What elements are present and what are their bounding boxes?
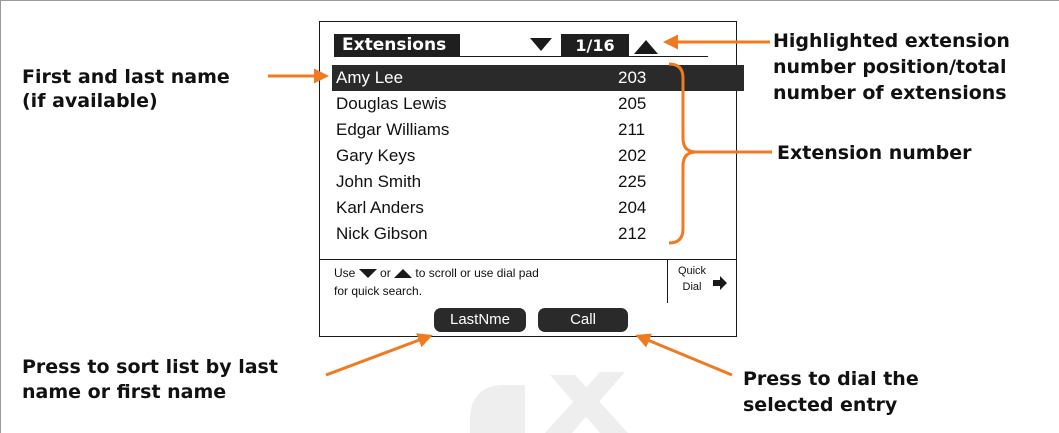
dial-callout-line-2: selected entry: [743, 394, 898, 416]
sort-callout-line-1: Press to sort list by last: [22, 356, 278, 378]
position-callout-line-1: Highlighted extension: [773, 30, 1010, 52]
extension-number-brace: [668, 62, 697, 245]
name-callout: First and last name (if available): [22, 65, 230, 113]
sort-callout: Press to sort list by last name or first…: [22, 355, 278, 405]
dial-callout: Press to dial the selected entry: [743, 366, 919, 418]
sort-callout-line-2: name or first name: [22, 381, 227, 403]
sort-callout-arrow: [325, 333, 433, 377]
name-callout-line-1: First and last name: [22, 66, 230, 88]
position-callout-line-3: number of extensions: [773, 82, 1007, 104]
position-callout-line-2: number position/total: [773, 56, 1007, 78]
name-callout-line-2: (if available): [22, 90, 158, 112]
dial-callout-arrow: [635, 333, 733, 377]
extension-number-callout: Extension number: [777, 142, 972, 164]
position-callout: Highlighted extension number position/to…: [773, 28, 1010, 106]
dial-callout-line-1: Press to dial the: [743, 368, 919, 390]
